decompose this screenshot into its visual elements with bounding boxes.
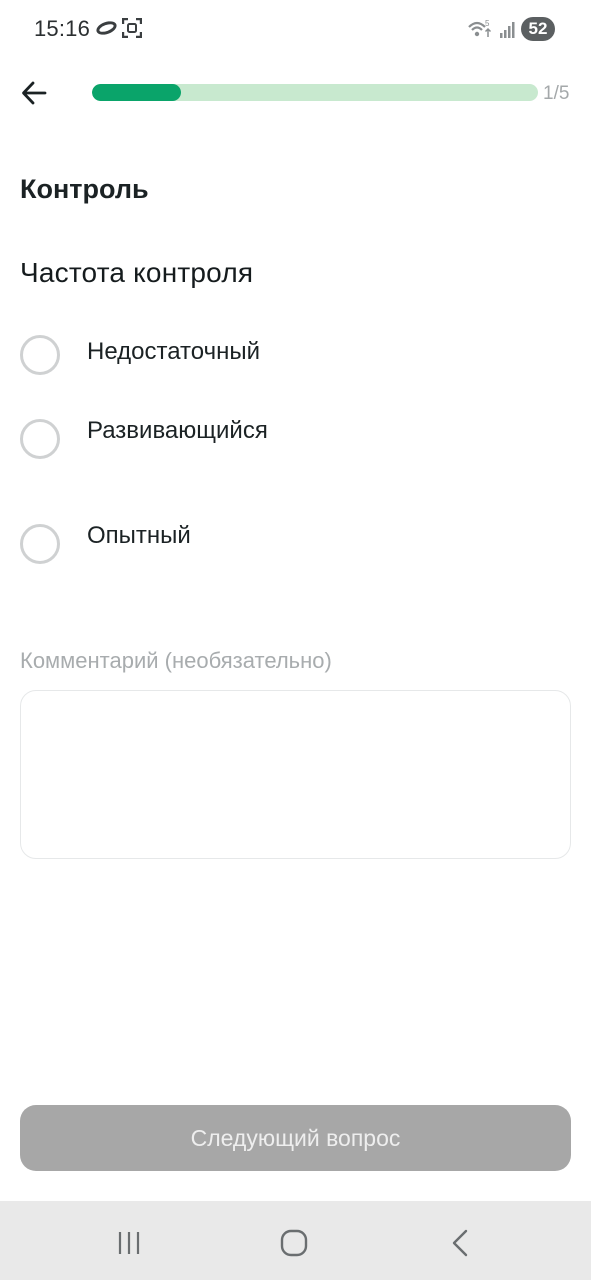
arrow-left-icon bbox=[22, 81, 47, 105]
scan-icon bbox=[122, 18, 142, 38]
back-button[interactable] bbox=[16, 74, 52, 112]
navigation-bar bbox=[0, 1201, 591, 1280]
home-button[interactable] bbox=[274, 1223, 314, 1263]
option-insufficient[interactable]: Недостаточный bbox=[20, 335, 260, 375]
back-nav-icon bbox=[452, 1229, 468, 1257]
option-experienced[interactable]: Опытный bbox=[20, 522, 191, 564]
battery-badge: 52 bbox=[521, 17, 555, 41]
progress-fill bbox=[92, 84, 182, 101]
wifi-icon: 5 bbox=[468, 19, 492, 37]
radio-button[interactable] bbox=[20, 335, 60, 375]
comment-field[interactable] bbox=[20, 690, 571, 859]
option-label: Недостаточный bbox=[87, 338, 261, 365]
question-title: Частота контроля bbox=[20, 257, 254, 288]
section-title: Контроль bbox=[20, 174, 149, 204]
status-bar: 15:16 5 52 bbox=[0, 0, 591, 58]
signal-icon bbox=[500, 22, 515, 38]
recent-apps-icon bbox=[118, 1232, 140, 1254]
svg-text:5: 5 bbox=[485, 19, 490, 28]
recent-apps-button[interactable] bbox=[109, 1223, 149, 1263]
ring-icon bbox=[94, 18, 119, 38]
progress-counter: 1/5 bbox=[543, 83, 570, 104]
comment-label: Комментарий (необязательно) bbox=[20, 648, 332, 673]
option-developing[interactable]: Развивающийся bbox=[20, 417, 268, 459]
radio-button[interactable] bbox=[20, 419, 60, 459]
status-right: 5 52 bbox=[467, 16, 555, 42]
home-icon bbox=[280, 1229, 308, 1257]
progress-bar bbox=[92, 84, 538, 101]
back-nav-button[interactable] bbox=[440, 1223, 480, 1263]
option-label: Опытный bbox=[87, 522, 191, 549]
option-label: Развивающийся bbox=[87, 417, 268, 444]
next-question-button[interactable]: Следующий вопрос bbox=[20, 1105, 571, 1171]
status-time: 15:16 bbox=[34, 16, 91, 41]
radio-button[interactable] bbox=[20, 524, 60, 564]
